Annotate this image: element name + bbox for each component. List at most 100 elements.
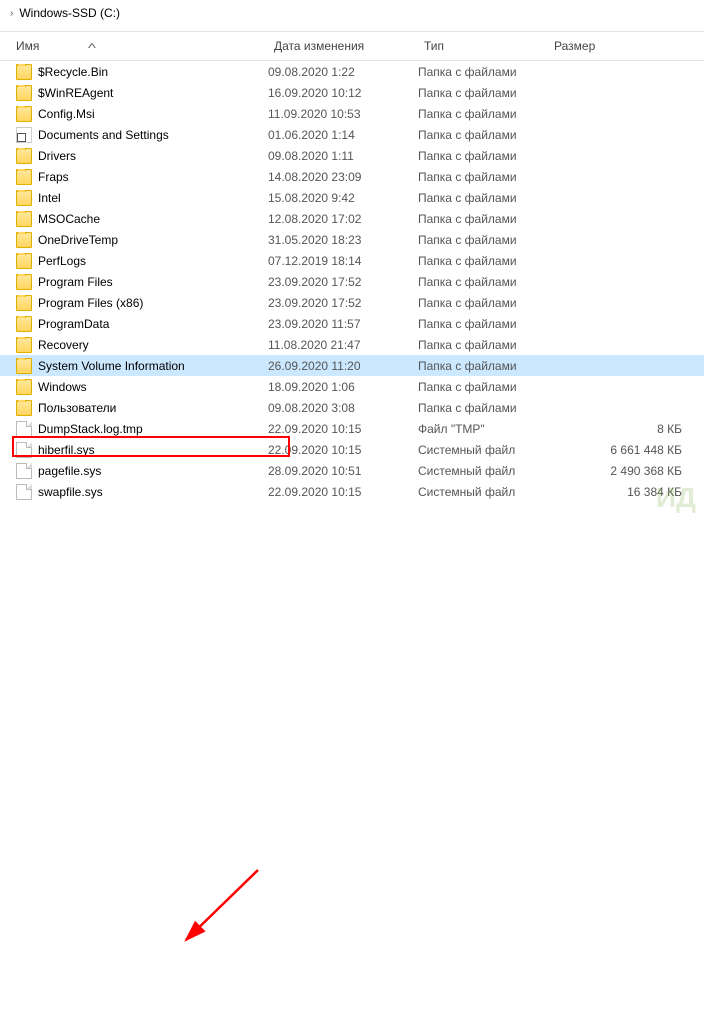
file-row[interactable]: Intel15.08.2020 9:42Папка с файлами bbox=[0, 187, 704, 208]
file-row[interactable]: swapfile.sys22.09.2020 10:15Системный фа… bbox=[0, 481, 704, 502]
file-row[interactable]: hiberfil.sys22.09.2020 10:15Системный фа… bbox=[0, 439, 704, 460]
file-row[interactable]: PerfLogs07.12.2019 18:14Папка с файлами bbox=[0, 250, 704, 271]
folder-icon bbox=[16, 85, 32, 101]
file-name-cell: Config.Msi bbox=[16, 106, 268, 122]
file-icon bbox=[16, 484, 32, 500]
file-row[interactable]: $WinREAgent16.09.2020 10:12Папка с файла… bbox=[0, 82, 704, 103]
file-name-cell: swapfile.sys bbox=[16, 484, 268, 500]
file-name: PerfLogs bbox=[38, 254, 86, 268]
file-row[interactable]: ProgramData23.09.2020 11:57Папка с файла… bbox=[0, 313, 704, 334]
folder-icon bbox=[16, 232, 32, 248]
file-name-cell: hiberfil.sys bbox=[16, 442, 268, 458]
folder-icon bbox=[16, 211, 32, 227]
file-date: 09.08.2020 3:08 bbox=[268, 401, 418, 415]
file-type: Папка с файлами bbox=[418, 233, 548, 247]
folder-icon bbox=[16, 379, 32, 395]
file-type: Папка с файлами bbox=[418, 128, 548, 142]
file-name: Windows bbox=[38, 380, 87, 394]
file-type: Папка с файлами bbox=[418, 65, 548, 79]
column-name[interactable]: Имя ˄ bbox=[16, 39, 274, 53]
file-date: 09.08.2020 1:11 bbox=[268, 149, 418, 163]
file-date: 22.09.2020 10:15 bbox=[268, 485, 418, 499]
folder-icon bbox=[16, 295, 32, 311]
folder-icon bbox=[16, 274, 32, 290]
file-row[interactable]: Recovery11.08.2020 21:47Папка с файлами bbox=[0, 334, 704, 355]
column-type[interactable]: Тип bbox=[424, 39, 554, 53]
file-type: Папка с файлами bbox=[418, 212, 548, 226]
file-name: System Volume Information bbox=[38, 359, 185, 373]
file-row[interactable]: DumpStack.log.tmp22.09.2020 10:15Файл "T… bbox=[0, 418, 704, 439]
file-type: Папка с файлами bbox=[418, 296, 548, 310]
file-name: $WinREAgent bbox=[38, 86, 113, 100]
file-list: $Recycle.Bin09.08.2020 1:22Папка с файла… bbox=[0, 61, 704, 502]
folder-icon bbox=[16, 253, 32, 269]
file-row[interactable]: Program Files (x86)23.09.2020 17:52Папка… bbox=[0, 292, 704, 313]
folder-icon bbox=[16, 148, 32, 164]
file-date: 12.08.2020 17:02 bbox=[268, 212, 418, 226]
file-type: Папка с файлами bbox=[418, 359, 548, 373]
file-date: 28.09.2020 10:51 bbox=[268, 464, 418, 478]
file-row[interactable]: Documents and Settings01.06.2020 1:14Пап… bbox=[0, 124, 704, 145]
file-name: $Recycle.Bin bbox=[38, 65, 108, 79]
file-type: Папка с файлами bbox=[418, 275, 548, 289]
file-date: 09.08.2020 1:22 bbox=[268, 65, 418, 79]
file-name: pagefile.sys bbox=[38, 464, 101, 478]
file-row[interactable]: System Volume Information 26.09.2020 11:2… bbox=[0, 355, 704, 376]
file-date: 07.12.2019 18:14 bbox=[268, 254, 418, 268]
file-date: 15.08.2020 9:42 bbox=[268, 191, 418, 205]
folder-icon bbox=[16, 316, 32, 332]
file-name-cell: Windows bbox=[16, 379, 268, 395]
file-name-cell: ProgramData bbox=[16, 316, 268, 332]
folder-icon bbox=[16, 64, 32, 80]
folder-icon bbox=[16, 400, 32, 416]
file-name: hiberfil.sys bbox=[38, 443, 95, 457]
file-row[interactable]: pagefile.sys 28.09.2020 10:51Системный фа… bbox=[0, 460, 704, 481]
file-date: 16.09.2020 10:12 bbox=[268, 86, 418, 100]
file-name: ProgramData bbox=[38, 317, 109, 331]
file-type: Системный файл bbox=[418, 464, 548, 478]
file-name-cell: Intel bbox=[16, 190, 268, 206]
file-date: 26.09.2020 11:20 bbox=[268, 359, 418, 373]
file-row[interactable]: MSOCache12.08.2020 17:02Папка с файлами bbox=[0, 208, 704, 229]
file-name-cell: Drivers bbox=[16, 148, 268, 164]
column-date[interactable]: Дата изменения bbox=[274, 39, 424, 53]
file-type: Файл "TMP" bbox=[418, 422, 548, 436]
file-name: Drivers bbox=[38, 149, 76, 163]
file-row[interactable]: Windows18.09.2020 1:06Папка с файлами bbox=[0, 376, 704, 397]
column-name-label: Имя bbox=[16, 39, 39, 53]
file-type: Папка с файлами bbox=[418, 380, 548, 394]
file-size: 16 384 КБ bbox=[548, 485, 704, 499]
file-icon bbox=[16, 463, 32, 479]
file-date: 11.08.2020 21:47 bbox=[268, 338, 418, 352]
file-date: 23.09.2020 17:52 bbox=[268, 296, 418, 310]
folder-icon bbox=[16, 106, 32, 122]
breadcrumb-title[interactable]: Windows-SSD (C:) bbox=[19, 6, 120, 20]
file-type: Папка с файлами bbox=[418, 170, 548, 184]
file-name-cell: MSOCache bbox=[16, 211, 268, 227]
folder-icon bbox=[16, 190, 32, 206]
file-name-cell: Documents and Settings bbox=[16, 127, 268, 143]
file-name: Program Files bbox=[38, 275, 113, 289]
file-row[interactable]: Program Files23.09.2020 17:52Папка с фай… bbox=[0, 271, 704, 292]
annotation-arrow bbox=[0, 502, 704, 1022]
file-name-cell: Program Files bbox=[16, 274, 268, 290]
file-row[interactable]: $Recycle.Bin 09.08.2020 1:22Папка с файла… bbox=[0, 61, 704, 82]
file-row[interactable]: Пользователи09.08.2020 3:08Папка с файла… bbox=[0, 397, 704, 418]
file-row[interactable]: OneDriveTemp31.05.2020 18:23Папка с файл… bbox=[0, 229, 704, 250]
file-date: 31.05.2020 18:23 bbox=[268, 233, 418, 247]
file-name-cell: OneDriveTemp bbox=[16, 232, 268, 248]
file-row[interactable]: Fraps14.08.2020 23:09Папка с файлами bbox=[0, 166, 704, 187]
file-name-cell: DumpStack.log.tmp bbox=[16, 421, 268, 437]
breadcrumb[interactable]: › Windows-SSD (C:) bbox=[0, 0, 704, 31]
file-name: Пользователи bbox=[38, 401, 116, 415]
file-row[interactable]: Config.Msi11.09.2020 10:53Папка с файлам… bbox=[0, 103, 704, 124]
file-type: Системный файл bbox=[418, 443, 548, 457]
file-date: 14.08.2020 23:09 bbox=[268, 170, 418, 184]
column-size[interactable]: Размер bbox=[554, 39, 704, 53]
file-icon bbox=[16, 421, 32, 437]
column-headers: Имя ˄ Дата изменения Тип Размер bbox=[0, 31, 704, 61]
file-icon bbox=[16, 442, 32, 458]
file-row[interactable]: Drivers09.08.2020 1:11Папка с файлами bbox=[0, 145, 704, 166]
file-name: Intel bbox=[38, 191, 61, 205]
file-name-cell: Recovery bbox=[16, 337, 268, 353]
